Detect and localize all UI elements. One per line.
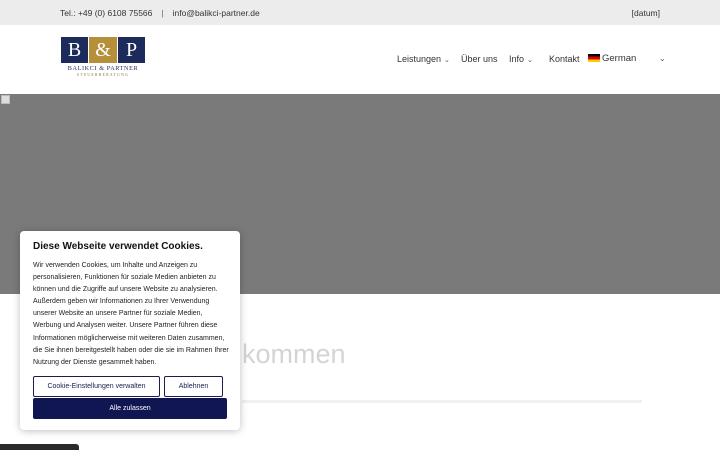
- cookie-dialog-message: Wir verwenden Cookies, um Inhalte und An…: [33, 262, 229, 366]
- logo-subtitle: STEUERBERATUNG: [76, 73, 130, 77]
- separator: |: [161, 8, 164, 18]
- email-link[interactable]: info@balikci-partner.de: [173, 8, 260, 18]
- top-bar: Tel.: +49 (0) 6108 75566 | info@balikci-pa…: [0, 0, 720, 25]
- nav-item-ueber-uns[interactable]: Über uns: [461, 54, 498, 64]
- chevron-down-icon: ⌄: [444, 57, 450, 64]
- chevron-down-icon: ⌄: [527, 57, 533, 64]
- cookie-dialog-title: Diese Webseite verwendet Cookies.: [33, 241, 203, 252]
- phone-link[interactable]: Tel.: +49 (0) 6108 75566: [60, 8, 152, 18]
- cookie-consent-dialog: Diese Webseite verwendet Cookies. Wir ve…: [20, 231, 240, 430]
- logo-letter-p: P: [118, 37, 145, 63]
- logo-ampersand: &: [89, 37, 117, 63]
- nav-label: Kontakt: [549, 54, 580, 64]
- logo-name: BALIKCI & PARTNER: [67, 65, 139, 72]
- section-heading-fragment: kommen: [242, 339, 346, 369]
- chevron-down-icon[interactable]: ⌄: [659, 54, 666, 63]
- logo-letter-b: B: [61, 37, 88, 63]
- site-header: B & P BALIKCI & PARTNER STEUERBERATUNG L…: [0, 25, 720, 94]
- accept-all-cookies-button[interactable]: Alle zulassen: [33, 398, 227, 419]
- person-photo: [0, 444, 79, 450]
- nav-item-info[interactable]: Info ⌄: [509, 54, 533, 64]
- faint-text-line: [242, 400, 642, 403]
- nav-label: Über uns: [461, 54, 498, 64]
- nav-item-leistungen[interactable]: Leistungen ⌄: [397, 54, 450, 64]
- logo-mark: B & P: [61, 37, 145, 68]
- nav-label: Info: [509, 54, 525, 64]
- logo[interactable]: B & P BALIKCI & PARTNER STEUERBERATUNG: [61, 37, 145, 83]
- deny-cookies-button[interactable]: Ablehnen: [164, 376, 223, 397]
- nav-label: Leistungen: [397, 54, 442, 64]
- manage-cookies-button[interactable]: Cookie-Einstellungen verwalten: [33, 376, 160, 397]
- language-label: German: [602, 53, 637, 64]
- contact-info: Tel.: +49 (0) 6108 75566 | info@balikci-pa…: [60, 8, 260, 18]
- nav-item-kontakt[interactable]: Kontakt: [549, 54, 580, 64]
- date-placeholder: [datum]: [631, 8, 660, 18]
- broken-image-icon: [1, 95, 10, 104]
- language-selector[interactable]: German: [588, 53, 636, 64]
- flag-de-icon: [588, 54, 600, 62]
